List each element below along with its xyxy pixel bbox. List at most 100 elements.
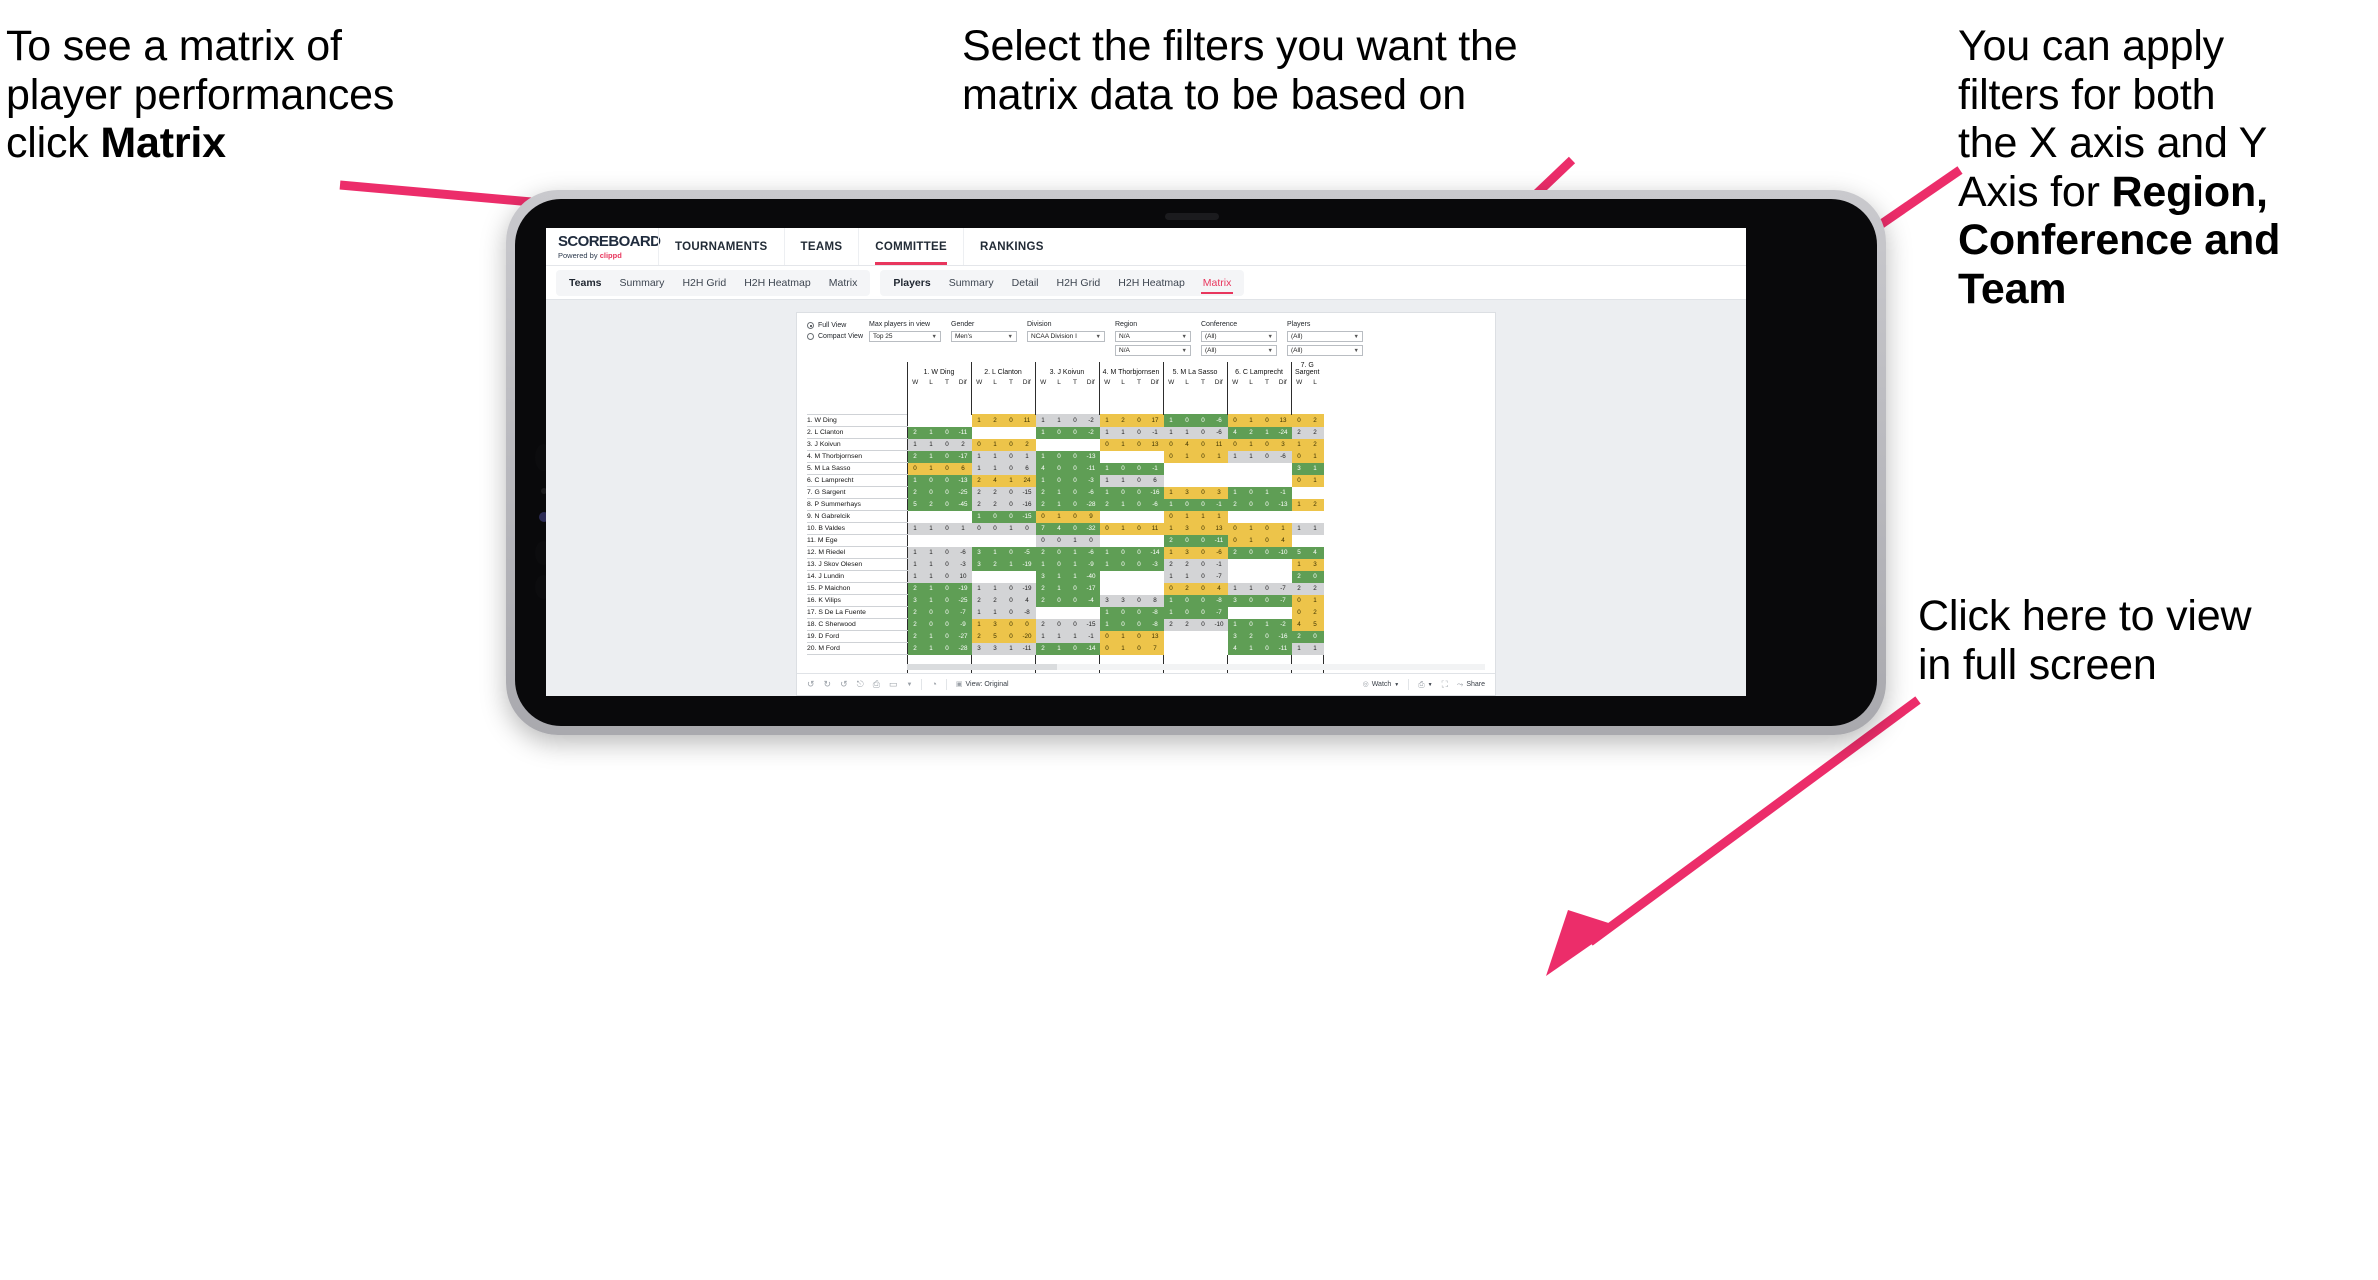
matrix-cell[interactable]: 3 — [1274, 437, 1292, 451]
matrix-cell[interactable]: 0 — [1066, 497, 1084, 511]
undo-icon[interactable]: ↺ — [807, 680, 815, 689]
matrix-cell[interactable]: 2 — [1162, 617, 1180, 631]
matrix-cell[interactable]: 1 — [922, 437, 940, 451]
matrix-cell[interactable] — [1114, 449, 1132, 463]
matrix-cell[interactable]: -40 — [1082, 569, 1100, 583]
matrix-cell[interactable]: -19 — [1018, 557, 1036, 571]
matrix-cell[interactable]: 1 — [1242, 521, 1260, 535]
matrix-cell[interactable]: 2 — [1034, 593, 1052, 607]
matrix-cell[interactable]: 1 — [1098, 617, 1116, 631]
matrix-cell[interactable] — [1210, 461, 1228, 475]
matrix-cell[interactable]: -6 — [1274, 449, 1292, 463]
matrix-cell[interactable]: -1 — [1210, 557, 1228, 571]
matrix-cell[interactable]: 2 — [986, 593, 1004, 607]
tab-players-h2h-grid[interactable]: H2H Grid — [1048, 270, 1110, 296]
matrix-cell[interactable]: 0 — [1290, 413, 1308, 427]
radio-full-view[interactable]: Full View — [807, 322, 869, 329]
matrix-cell[interactable]: 0 — [1162, 581, 1180, 595]
matrix-cell[interactable]: -32 — [1082, 521, 1100, 535]
matrix-cell[interactable]: -6 — [1210, 413, 1228, 427]
matrix-cell[interactable]: 0 — [1178, 413, 1196, 427]
matrix-cell[interactable]: 0 — [1290, 605, 1308, 619]
matrix-cell[interactable]: 9 — [1082, 509, 1100, 523]
matrix-cell[interactable] — [1274, 569, 1292, 583]
matrix-cell[interactable]: 2 — [1018, 437, 1036, 451]
matrix-cell[interactable]: 2 — [986, 413, 1004, 427]
matrix-cell[interactable] — [1274, 509, 1292, 523]
matrix-cell[interactable]: 2 — [1178, 557, 1196, 571]
matrix-cell[interactable] — [1018, 425, 1036, 439]
matrix-cell[interactable]: 4 — [1034, 461, 1052, 475]
matrix-cell[interactable] — [1258, 605, 1276, 619]
matrix-cell[interactable]: 0 — [1194, 437, 1212, 451]
matrix-cell[interactable]: -7 — [1274, 581, 1292, 595]
matrix-cell[interactable]: -16 — [1146, 485, 1164, 499]
matrix-cell[interactable]: -11 — [1082, 461, 1100, 475]
matrix-cell[interactable]: 0 — [1162, 437, 1180, 451]
matrix-cell[interactable]: 2 — [1034, 641, 1052, 655]
matrix-cell[interactable]: 2 — [1034, 497, 1052, 511]
matrix-cell[interactable]: 0 — [1050, 545, 1068, 559]
matrix-cell[interactable]: 1 — [1258, 617, 1276, 631]
matrix-cell[interactable]: -6 — [1082, 485, 1100, 499]
matrix-cell[interactable]: 0 — [1258, 521, 1276, 535]
matrix-cell[interactable]: 1 — [986, 437, 1004, 451]
matrix-cell[interactable]: 0 — [1066, 473, 1084, 487]
select-region-x[interactable]: N/A ▼ — [1115, 331, 1191, 342]
matrix-cell[interactable]: 0 — [1130, 413, 1148, 427]
matrix-cell[interactable]: 1 — [1242, 413, 1260, 427]
matrix-cell[interactable]: 2 — [954, 437, 972, 451]
matrix-cell[interactable]: 1 — [1290, 521, 1308, 535]
matrix-cell[interactable]: 0 — [1130, 485, 1148, 499]
matrix-cell[interactable]: 0 — [1194, 449, 1212, 463]
matrix-cell[interactable]: 10 — [954, 569, 972, 583]
matrix-scroll-region[interactable]: 1. W Ding 2. L Clanton 3. J Koivun 4. M Tho… — [797, 362, 1495, 673]
matrix-cell[interactable] — [1002, 533, 1020, 547]
matrix-cell[interactable]: -6 — [1210, 425, 1228, 439]
matrix-cell[interactable]: 0 — [1130, 593, 1148, 607]
matrix-cell[interactable]: 0 — [1130, 437, 1148, 451]
matrix-cell[interactable]: -2 — [1082, 413, 1100, 427]
matrix-cell[interactable]: 1 — [1258, 425, 1276, 439]
matrix-cell[interactable] — [1274, 473, 1292, 487]
matrix-cell[interactable]: 1 — [1258, 485, 1276, 499]
matrix-cell[interactable]: 1 — [1098, 605, 1116, 619]
matrix-cell[interactable]: 2 — [1034, 485, 1052, 499]
matrix-cell[interactable]: 0 — [1002, 461, 1020, 475]
share-button[interactable]: ⤳ Share — [1457, 680, 1485, 689]
matrix-cell[interactable] — [1258, 473, 1276, 487]
matrix-cell[interactable]: -1 — [1274, 485, 1292, 499]
matrix-cell[interactable]: 3 — [1114, 593, 1132, 607]
matrix-cell[interactable] — [1242, 461, 1260, 475]
matrix-cell[interactable]: 0 — [938, 557, 956, 571]
matrix-cell[interactable]: 8 — [1146, 593, 1164, 607]
matrix-cell[interactable]: 0 — [1002, 497, 1020, 511]
matrix-cell[interactable]: 0 — [922, 485, 940, 499]
matrix-cell[interactable]: 2 — [906, 485, 924, 499]
matrix-cell[interactable]: 0 — [1002, 629, 1020, 643]
matrix-cell[interactable] — [1194, 461, 1212, 475]
tab-players-h2h-heatmap[interactable]: H2H Heatmap — [1109, 270, 1194, 296]
matrix-cell[interactable]: 1 — [1066, 545, 1084, 559]
matrix-cell[interactable]: -16 — [1018, 497, 1036, 511]
matrix-cell[interactable]: 1 — [1306, 641, 1324, 655]
matrix-cell[interactable]: 1 — [1002, 641, 1020, 655]
matrix-cell[interactable]: 2 — [970, 485, 988, 499]
matrix-cell[interactable]: 1 — [1194, 509, 1212, 523]
matrix-cell[interactable]: 1 — [1066, 533, 1084, 547]
matrix-cell[interactable] — [1146, 581, 1164, 595]
matrix-cell[interactable]: 17 — [1146, 413, 1164, 427]
matrix-cell[interactable]: 0 — [1018, 617, 1036, 631]
matrix-cell[interactable]: 1 — [922, 629, 940, 643]
refresh-icon[interactable]: ⎋ — [857, 680, 864, 689]
matrix-cell[interactable]: -45 — [954, 497, 972, 511]
matrix-cell[interactable] — [954, 509, 972, 523]
matrix-cell[interactable]: -3 — [954, 557, 972, 571]
matrix-cell[interactable]: 0 — [1258, 581, 1276, 595]
select-division[interactable]: NCAA Division I ▼ — [1027, 331, 1105, 342]
matrix-cell[interactable]: 0 — [922, 605, 940, 619]
matrix-cell[interactable]: 2 — [906, 641, 924, 655]
matrix-cell[interactable]: 11 — [1210, 437, 1228, 451]
matrix-cell[interactable]: 0 — [1066, 617, 1084, 631]
matrix-cell[interactable]: 0 — [1162, 449, 1180, 463]
